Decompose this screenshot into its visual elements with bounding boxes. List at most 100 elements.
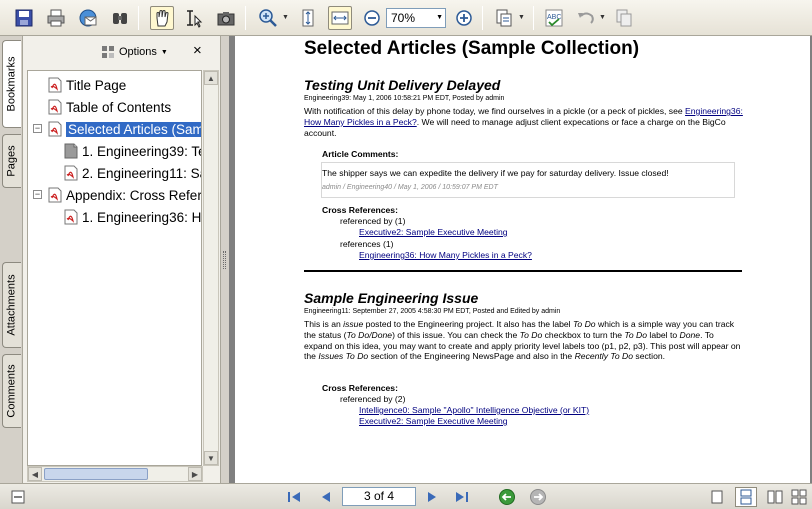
cross-reference-link[interactable]: Executive2: Sample Executive Meeting <box>359 227 508 237</box>
tab-pages[interactable]: Pages <box>2 134 21 188</box>
pdf-page-icon <box>64 209 78 225</box>
panel-header: Options ▼ × <box>23 36 221 68</box>
bookmark-tree: Title Page Table of Contents − Selected … <box>27 70 202 466</box>
close-panel-button[interactable]: × <box>193 42 202 59</box>
tab-comments[interactable]: Comments <box>2 354 21 428</box>
panel-toggle-icon[interactable] <box>8 488 28 506</box>
pdf-page-icon <box>48 121 62 137</box>
body-emphasis: Recently To Do <box>574 351 634 362</box>
bookmark-appendix[interactable]: Appendix: Cross References <box>48 185 201 205</box>
options-label: Options <box>119 46 157 58</box>
first-page-icon[interactable] <box>284 488 304 506</box>
scroll-up-icon[interactable]: ▲ <box>204 71 218 85</box>
options-icon <box>102 46 114 58</box>
body-emphasis: To Do <box>572 319 596 329</box>
cross-reference-link[interactable]: Executive2: Sample Executive Meeting <box>359 416 508 426</box>
chevron-down-icon[interactable]: ▼ <box>436 14 443 21</box>
splitter-grip[interactable] <box>223 251 226 269</box>
cross-reference-link[interactable]: Engineering36: How Many Pickles in a Pec… <box>359 250 532 260</box>
previous-page-icon[interactable] <box>316 488 336 506</box>
article-body: This is an issue posted to the Engineeri… <box>304 319 744 362</box>
actual-size-icon[interactable] <box>296 6 320 30</box>
article-body: With notification of this delay by phone… <box>304 106 744 138</box>
bookmark-engineering36[interactable]: 1. Engineering36: How Many Pickles in a … <box>64 207 201 227</box>
fit-width-icon[interactable] <box>328 6 352 30</box>
collapse-icon[interactable]: − <box>33 190 42 199</box>
body-text: posted to the Engineering project. It al… <box>363 319 573 329</box>
zoom-tool-dropdown-icon[interactable]: ▼ <box>282 14 289 21</box>
zoom-in-plus-icon[interactable] <box>452 6 476 30</box>
bookmark-label: Table of Contents <box>66 99 172 115</box>
single-page-icon[interactable] <box>706 487 728 507</box>
save-icon[interactable] <box>12 6 36 30</box>
scroll-left-icon[interactable]: ◀ <box>28 467 42 481</box>
comment-box: The shipper says we can expedite the del… <box>321 162 735 198</box>
search-icon[interactable] <box>108 6 132 30</box>
body-emphasis: To Do <box>624 329 648 340</box>
undo-dropdown-icon[interactable]: ▼ <box>599 14 606 21</box>
article-meta: Engineering39: May 1, 2006 10:58:21 PM E… <box>304 95 505 102</box>
copy-icon[interactable] <box>612 6 636 30</box>
bookmark-engineering39[interactable]: 1. Engineering39: Testing Unit Delivery … <box>64 141 201 161</box>
bookmark-selected-articles[interactable]: Selected Articles (Sample Collection) <box>48 119 201 139</box>
gray-page-icon <box>64 143 78 159</box>
tab-pages-label: Pages <box>6 145 19 177</box>
chevron-down-icon: ▼ <box>160 48 168 56</box>
referenced-by-label: referenced by (2) <box>340 394 406 404</box>
tab-attachments[interactable]: Attachments <box>2 262 21 348</box>
go-forward-icon[interactable] <box>528 488 548 506</box>
pdf-page-icon <box>48 77 62 93</box>
page-number-field[interactable]: 3 of 4 <box>342 487 416 506</box>
article-title: Testing Unit Delivery Delayed <box>304 77 501 93</box>
scroll-down-icon[interactable]: ▼ <box>204 451 218 465</box>
body-text: section. <box>633 351 666 362</box>
bookmark-label: Selected Articles (Sample Collection) <box>66 121 201 137</box>
body-emphasis: Issues To Do <box>318 351 369 362</box>
collapse-icon[interactable]: − <box>33 124 42 133</box>
bookmark-engineering11[interactable]: 2. Engineering11: Sample Engineering Iss… <box>64 163 201 183</box>
page-layout-dropdown-icon[interactable]: ▼ <box>518 14 525 21</box>
spell-check-icon[interactable]: ABC <box>542 6 566 30</box>
bookmark-title-page[interactable]: Title Page <box>48 75 126 95</box>
tab-comments-label: Comments <box>6 364 18 418</box>
horizontal-scrollbar[interactable]: ◀ ▶ <box>27 466 203 482</box>
zoom-in-icon[interactable] <box>256 6 280 30</box>
bookmark-table-of-contents[interactable]: Table of Contents <box>48 97 171 117</box>
panel-splitter[interactable] <box>221 36 229 483</box>
pdf-page-icon <box>64 165 78 181</box>
continuous-page-icon[interactable] <box>735 487 757 507</box>
select-text-icon[interactable] <box>182 6 206 30</box>
page-layout-icon[interactable] <box>492 6 516 30</box>
go-back-icon[interactable] <box>497 488 517 506</box>
last-page-icon[interactable] <box>452 488 472 506</box>
next-page-icon[interactable] <box>422 488 442 506</box>
vertical-scrollbar[interactable]: ▲ ▼ <box>203 70 219 466</box>
print-icon[interactable] <box>44 6 68 30</box>
zoom-value: 70% <box>391 11 416 25</box>
bookmark-label: Title Page <box>66 77 127 93</box>
hand-tool-icon[interactable] <box>150 6 174 30</box>
body-text: checkbox to turn the <box>542 329 625 340</box>
references-label: references (1) <box>340 239 394 249</box>
body-emphasis: issue <box>343 319 364 329</box>
bookmark-label: 1. Engineering39: Testing Unit Delivery … <box>82 143 201 159</box>
email-icon[interactable] <box>76 6 100 30</box>
body-text: This is an <box>304 319 344 329</box>
comment-meta: admin / Engineering40 / May 1, 2006 / 10… <box>322 184 498 191</box>
document-view[interactable]: Selected Articles (Sample Collection) Te… <box>229 36 812 483</box>
cross-reference-link[interactable]: Intelligence0: Sample "Apollo" Intellige… <box>359 405 589 415</box>
tab-bookmarks[interactable]: Bookmarks <box>2 40 21 128</box>
options-button[interactable]: Options ▼ <box>101 45 168 59</box>
zoom-combobox[interactable]: 70% ▼ <box>386 8 446 28</box>
body-text: With notification of this delay by phone… <box>304 106 683 116</box>
undo-icon[interactable] <box>574 6 598 30</box>
facing-pages-icon[interactable] <box>764 487 786 507</box>
body-emphasis: Done <box>679 329 701 340</box>
scroll-thumb[interactable] <box>44 468 148 480</box>
zoom-out-minus-icon[interactable] <box>360 6 384 30</box>
scroll-right-icon[interactable]: ▶ <box>188 467 202 481</box>
snapshot-icon[interactable] <box>214 6 238 30</box>
cross-references-heading: Cross References: <box>322 205 398 215</box>
status-bar: 3 of 4 <box>0 483 812 509</box>
continuous-facing-icon[interactable] <box>788 487 810 507</box>
